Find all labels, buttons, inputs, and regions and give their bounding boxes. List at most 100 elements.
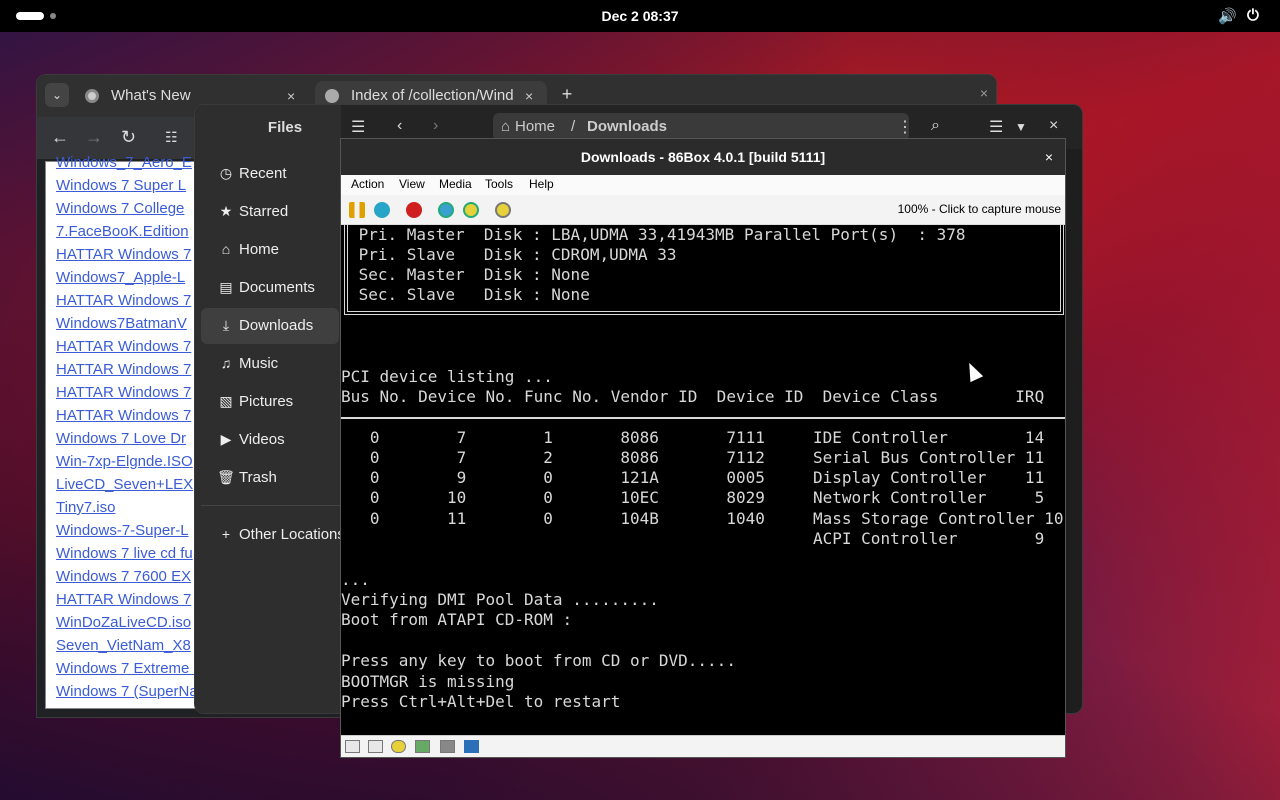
- emulator-screen[interactable]: Pri. Master Disk : LBA,UDMA 33,41943MB P…: [341, 225, 1065, 736]
- floppy-b-icon[interactable]: [368, 740, 383, 753]
- sidebar-item-documents[interactable]: ▤ Documents: [201, 270, 339, 306]
- view-list-icon[interactable]: ☰: [989, 117, 1003, 137]
- boot-text-line: Bus No. Device No. Func No. Vendor ID De…: [341, 387, 1045, 406]
- file-link[interactable]: HATTAR Windows 7: [56, 591, 191, 608]
- pci-device-row: 0 7 1 8086 7111 IDE Controller 14: [341, 428, 1045, 447]
- close-icon[interactable]: ×: [980, 85, 988, 101]
- sidebar-item-label: Other Locations: [239, 526, 345, 543]
- menu-tools[interactable]: Tools: [485, 177, 513, 191]
- boot-text-line: Press any key to boot from CD or DVD....…: [341, 651, 736, 670]
- menu-media[interactable]: Media: [439, 177, 472, 191]
- music-icon: ♫: [220, 355, 232, 371]
- pci-device-row: 0 7 2 8086 7112 Serial Bus Controller 11: [341, 448, 1045, 467]
- more-icon[interactable]: ⋮: [897, 117, 913, 137]
- file-link[interactable]: Windows 7 Love Dr: [56, 430, 186, 447]
- close-icon[interactable]: ×: [1045, 139, 1053, 175]
- capture-status[interactable]: 100% - Click to capture mouse: [898, 202, 1061, 216]
- document-icon: ▤: [219, 279, 233, 295]
- sidebar-item-label: Recent: [239, 165, 287, 182]
- clock[interactable]: Dec 2 08:37: [0, 8, 1280, 24]
- sidebar-item-pictures[interactable]: ▧ Pictures: [201, 384, 339, 420]
- file-link[interactable]: WinDoZaLiveCD.iso: [56, 614, 191, 631]
- search-icon[interactable]: ⌕: [931, 117, 940, 135]
- pause-icon[interactable]: [349, 202, 365, 218]
- settings-icon[interactable]: [495, 202, 511, 218]
- menu-action[interactable]: Action: [351, 177, 384, 191]
- file-link[interactable]: HATTAR Windows 7: [56, 338, 191, 355]
- sidebar-item-label: Pictures: [239, 393, 294, 410]
- forward-icon[interactable]: ›: [433, 117, 438, 135]
- tab-title: What's New: [111, 87, 191, 104]
- volume-icon[interactable]: 🔊: [1218, 7, 1237, 25]
- floppy-a-icon[interactable]: [345, 740, 360, 753]
- path-downloads[interactable]: Downloads: [587, 118, 667, 135]
- file-link[interactable]: Seven_VietNam_X8: [56, 637, 191, 654]
- download-icon: ⤓: [222, 317, 230, 333]
- file-link[interactable]: HATTAR Windows 7: [56, 246, 191, 263]
- sidebar-item-music[interactable]: ♫ Music: [201, 346, 339, 382]
- disk-info-line: Sec. Slave Disk : None: [349, 285, 590, 304]
- file-link[interactable]: Windows 7 live cd fu: [56, 545, 193, 562]
- sidebar-item-recent[interactable]: ◷ Recent: [201, 156, 339, 192]
- file-link[interactable]: HATTAR Windows 7: [56, 292, 191, 309]
- cdrom-icon[interactable]: [391, 740, 406, 753]
- power-icon[interactable]: ⏻: [1247, 7, 1259, 24]
- path-home[interactable]: Home: [515, 118, 555, 135]
- sidebar-item-home[interactable]: ⌂ Home: [201, 232, 339, 268]
- sidebar-item-downloads[interactable]: ⤓ Downloads: [201, 308, 339, 344]
- file-link[interactable]: Windows7BatmanV: [56, 315, 187, 332]
- home-icon: ⌂: [221, 241, 231, 257]
- site-info-icon[interactable]: ☷: [165, 129, 178, 146]
- close-icon[interactable]: ×: [1049, 117, 1058, 135]
- file-link[interactable]: 7.FaceBooK.Edition: [56, 223, 189, 240]
- chevron-down-icon[interactable]: ▼: [1015, 120, 1027, 134]
- file-link[interactable]: HATTAR Windows 7: [56, 384, 191, 401]
- menu-help[interactable]: Help: [529, 177, 554, 191]
- video-icon: ▶: [220, 431, 232, 447]
- file-link[interactable]: Windows-7-Super-L: [56, 522, 189, 539]
- sidebar-item-label: Trash: [239, 469, 277, 486]
- power-off-icon[interactable]: [406, 202, 422, 218]
- new-tab-button[interactable]: +: [556, 83, 578, 105]
- reset-icon[interactable]: [374, 202, 390, 218]
- file-link[interactable]: HATTAR Windows 7: [56, 407, 191, 424]
- file-link[interactable]: Windows 7 Super L: [56, 177, 186, 194]
- boot-text-line: Boot from ATAPI CD-ROM :: [341, 610, 573, 629]
- file-link[interactable]: Windows7_Apple-L: [56, 269, 185, 286]
- file-link[interactable]: HATTAR Windows 7: [56, 361, 191, 378]
- reload-icon[interactable]: ↻: [121, 127, 136, 148]
- file-link[interactable]: Tiny7.iso: [56, 499, 115, 516]
- disk-info-line: Sec. Master Disk : None: [349, 265, 590, 284]
- disk-info-line: Pri. Slave Disk : CDROM,UDMA 33: [349, 245, 677, 264]
- clock-icon: ◷: [219, 165, 233, 181]
- chrome-icon: [85, 89, 99, 103]
- file-link[interactable]: Windows_7_Aero_E: [56, 154, 192, 171]
- menu-view[interactable]: View: [399, 177, 425, 191]
- file-link[interactable]: Windows 7 7600 EX: [56, 568, 191, 585]
- hard-disk-icon[interactable]: [415, 740, 430, 753]
- sound-icon[interactable]: [464, 740, 479, 753]
- sidebar-divider: [201, 505, 341, 506]
- sidebar-item-starred[interactable]: ★ Starred: [201, 194, 339, 230]
- file-link[interactable]: LiveCD_Seven+LEX: [56, 476, 193, 493]
- ctrl-alt-del-icon[interactable]: [438, 202, 454, 218]
- files-sidebar: Files ◷ Recent ★ Starred ⌂ Home ▤ Documents ⤓ Dow…: [195, 105, 345, 713]
- menu-icon[interactable]: ☰: [351, 117, 365, 137]
- path-bar[interactable]: ⌂ Home / Downloads: [493, 113, 909, 141]
- home-icon: ⌂: [501, 118, 511, 135]
- back-icon[interactable]: ←: [51, 127, 69, 148]
- file-link[interactable]: Win-7xp-Elgnde.ISO: [56, 453, 193, 470]
- back-icon[interactable]: ‹: [397, 117, 402, 135]
- sidebar-item-trash[interactable]: 🗑 Trash: [201, 460, 339, 496]
- forward-icon[interactable]: →: [85, 127, 103, 148]
- tab-search-button[interactable]: ⌄: [45, 83, 69, 107]
- boot-text-line: PCI device listing ...: [341, 367, 553, 386]
- boot-text-line: ...: [341, 570, 370, 589]
- sidebar-item-videos[interactable]: ▶ Videos: [201, 422, 339, 458]
- ctrl-alt-esc-icon[interactable]: [463, 202, 479, 218]
- sidebar-item-other-locations[interactable]: + Other Locations: [201, 517, 351, 553]
- file-link[interactable]: Windows 7 College: [56, 200, 184, 217]
- pci-device-row: ACPI Controller 9: [341, 529, 1045, 548]
- network-icon[interactable]: [440, 740, 455, 753]
- sidebar-item-label: Documents: [239, 279, 315, 296]
